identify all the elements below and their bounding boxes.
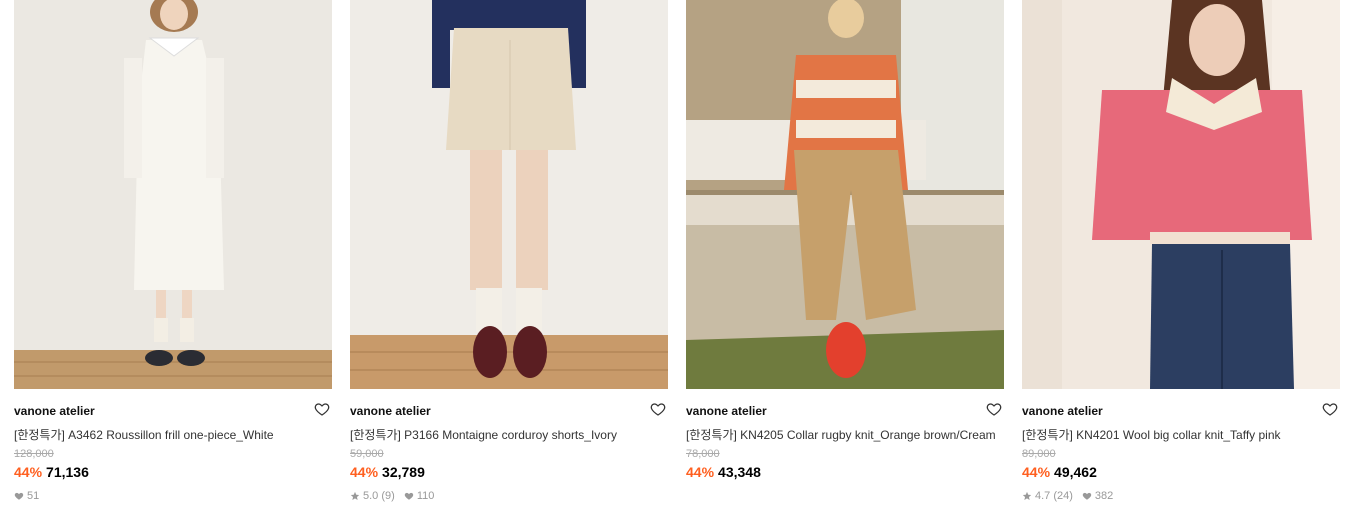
heart-filled-icon	[14, 492, 24, 500]
brand-name[interactable]: vanone atelier	[350, 404, 668, 418]
heart-icon[interactable]	[314, 401, 330, 417]
product-meta: 51	[14, 489, 332, 503]
review-count: (24)	[1053, 490, 1073, 502]
discount-rate: 44%	[350, 464, 379, 480]
likes-count: 382	[1094, 490, 1114, 502]
price-line: 44% 43,348	[686, 463, 1004, 481]
sale-price: 71,136	[46, 464, 89, 480]
likes-count: 51	[27, 490, 40, 502]
rating-group: 4.7 (24)	[1022, 489, 1073, 503]
original-price: 89,000	[1022, 448, 1056, 460]
likes-group: 382	[1082, 489, 1113, 503]
discount-rate: 44%	[1022, 464, 1051, 480]
product-image[interactable]	[1022, 0, 1340, 389]
brand-name[interactable]: vanone atelier	[686, 404, 1004, 418]
product-title[interactable]: [한정특가] P3166 Montaigne corduroy shorts_I…	[350, 426, 668, 444]
rating-group: 5.0 (9)	[350, 489, 395, 503]
review-count: (9)	[381, 490, 395, 502]
original-price: 78,000	[686, 448, 720, 460]
likes-group: 51	[14, 489, 39, 503]
rating-value: 5.0	[363, 490, 379, 502]
product-image[interactable]	[350, 0, 668, 389]
price-line: 44% 49,462	[1022, 463, 1340, 481]
heart-icon[interactable]	[650, 401, 666, 417]
product-card[interactable]: vanone atelier [한정특가] KN4205 Collar rugb…	[686, 0, 1004, 481]
product-card[interactable]: vanone atelier [한정특가] P3166 Montaigne co…	[350, 0, 668, 503]
heart-icon[interactable]	[1322, 401, 1338, 417]
product-card[interactable]: vanone atelier [한정특가] KN4201 Wool big co…	[1022, 0, 1340, 503]
product-meta: 4.7 (24) 382	[1022, 489, 1340, 503]
product-card[interactable]: vanone atelier [한정특가] A3462 Roussillon f…	[14, 0, 332, 503]
star-icon	[1022, 491, 1032, 500]
likes-group: 110	[404, 489, 435, 503]
heart-icon[interactable]	[986, 401, 1002, 417]
original-price: 59,000	[350, 448, 384, 460]
price-line: 44% 32,789	[350, 463, 668, 481]
brand-name[interactable]: vanone atelier	[1022, 404, 1340, 418]
price-line: 44% 71,136	[14, 463, 332, 481]
discount-rate: 44%	[14, 464, 43, 480]
brand-name[interactable]: vanone atelier	[14, 404, 332, 418]
sale-price: 32,789	[382, 464, 425, 480]
likes-count: 110	[416, 490, 435, 502]
product-title[interactable]: [한정특가] KN4201 Wool big collar knit_Taffy…	[1022, 426, 1340, 444]
product-meta: 5.0 (9) 110	[350, 489, 668, 503]
product-image[interactable]	[686, 0, 1004, 389]
product-image[interactable]	[14, 0, 332, 389]
sale-price: 49,462	[1054, 464, 1097, 480]
original-price: 128,000	[14, 448, 54, 460]
heart-filled-icon	[1082, 492, 1092, 500]
star-icon	[350, 491, 360, 500]
sale-price: 43,348	[718, 464, 761, 480]
product-title[interactable]: [한정특가] KN4205 Collar rugby knit_Orange b…	[686, 426, 1004, 444]
rating-value: 4.7	[1035, 490, 1051, 502]
heart-filled-icon	[404, 492, 414, 500]
product-title[interactable]: [한정특가] A3462 Roussillon frill one-piece_…	[14, 426, 332, 444]
discount-rate: 44%	[686, 464, 715, 480]
